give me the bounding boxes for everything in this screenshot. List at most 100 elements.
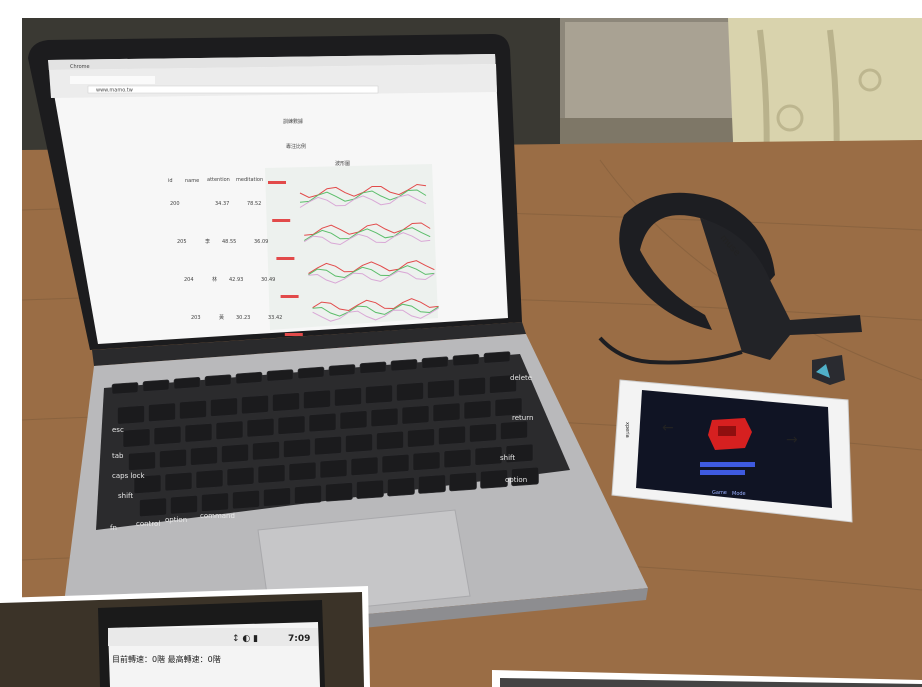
keyboard-key[interactable]	[201, 492, 229, 512]
cell-name: 林	[212, 276, 217, 283]
keyboard-key[interactable]	[257, 464, 286, 484]
keyboard-key[interactable]	[458, 376, 486, 397]
keyboard-key[interactable]	[370, 407, 399, 428]
keyboard-key[interactable]	[356, 479, 384, 499]
keyboard-key[interactable]	[303, 389, 331, 410]
mode-button[interactable]: Mode	[732, 491, 746, 497]
keyboard-key[interactable]	[210, 397, 238, 417]
keyboard-key[interactable]	[319, 459, 348, 479]
keyboard-key[interactable]	[117, 405, 145, 425]
keyboard-key[interactable]	[277, 415, 306, 435]
header-id: id	[168, 178, 173, 184]
keyboard-key[interactable]	[365, 384, 393, 404]
keyboard-key[interactable]	[235, 371, 263, 385]
legend-swatch	[268, 181, 286, 184]
cell-meditation: 30.49	[261, 277, 275, 283]
keyboard-key[interactable]	[407, 428, 435, 448]
key-label: esc	[112, 426, 124, 434]
keyboard-key[interactable]	[148, 402, 176, 422]
inset-clock: 7:09	[288, 634, 310, 644]
keyboard-key[interactable]	[184, 423, 213, 443]
keyboard-key[interactable]	[443, 448, 472, 469]
keyboard-key[interactable]	[204, 374, 232, 387]
keyboard-key[interactable]	[432, 402, 461, 422]
right-arrow-icon[interactable]: →	[786, 432, 798, 448]
keyboard-key[interactable]	[297, 366, 325, 379]
keyboard-key[interactable]	[283, 438, 311, 458]
keyboard-key[interactable]	[195, 469, 224, 489]
page-subtitle: 專注比例	[286, 143, 306, 150]
key-label: command	[200, 512, 235, 520]
keyboard-key[interactable]	[418, 474, 446, 494]
inset-photo-phone: 目前轉速：0階 最高轉速：0階 7:09 ↕ ◐ ▮	[0, 586, 370, 687]
game-button[interactable]: Game	[712, 490, 727, 496]
keyboard-key[interactable]	[164, 472, 193, 492]
phone-brand: xperia	[624, 422, 630, 438]
keyboard-key[interactable]	[170, 495, 198, 515]
keyboard-key[interactable]	[294, 484, 322, 505]
key-label: shift	[118, 492, 133, 500]
keyboard-key[interactable]	[421, 356, 449, 369]
keyboard-key[interactable]	[215, 420, 244, 440]
keyboard-key[interactable]	[483, 351, 511, 364]
keyboard-key[interactable]	[288, 461, 317, 481]
cell-meditation: 36.09	[254, 239, 268, 245]
keyboard-key[interactable]	[190, 446, 218, 466]
keyboard-key[interactable]	[241, 394, 269, 415]
keyboard-key[interactable]	[412, 451, 441, 471]
keyboard-key[interactable]	[142, 379, 170, 392]
keyboard-key[interactable]	[232, 489, 260, 510]
keyboard-key[interactable]	[221, 443, 249, 463]
red-car-icon	[708, 418, 752, 450]
keyboard-key[interactable]	[350, 456, 379, 476]
keyboard-key[interactable]	[173, 377, 201, 390]
keyboard-key[interactable]	[308, 412, 337, 433]
keyboard-key[interactable]	[474, 446, 503, 466]
phone-progress-bar-2	[700, 470, 745, 475]
keyboard-key[interactable]	[128, 451, 156, 471]
keyboard-key[interactable]	[469, 423, 497, 443]
keyboard-key[interactable]	[480, 469, 508, 489]
keyboard-key[interactable]	[153, 425, 182, 445]
keyboard-key[interactable]	[463, 400, 492, 420]
keyboard-key[interactable]	[246, 418, 275, 438]
keyboard-key[interactable]	[401, 405, 430, 425]
keyboard-key[interactable]	[427, 379, 455, 399]
page-title: 訓練數據	[283, 118, 303, 125]
left-arrow-icon[interactable]: ←	[662, 420, 674, 436]
keyboard-key[interactable]	[449, 472, 477, 492]
keyboard-key[interactable]	[345, 433, 373, 453]
cell-meditation: 33.42	[268, 315, 282, 321]
keyboard-key[interactable]	[139, 497, 167, 517]
keyboard-key[interactable]	[381, 454, 410, 474]
keyboard-key[interactable]	[263, 487, 291, 507]
legend-swatch	[276, 257, 295, 260]
keyboard-key[interactable]	[387, 477, 415, 497]
cell-meditation: 78.52	[247, 201, 261, 207]
keyboard-key[interactable]	[328, 364, 356, 377]
keyboard-key[interactable]	[339, 410, 368, 430]
keyboard-key[interactable]	[376, 430, 404, 451]
key-label: control	[136, 520, 160, 528]
cell-attention: 30.23	[236, 315, 250, 321]
key-label: delete	[510, 374, 532, 382]
keyboard-key[interactable]	[252, 441, 280, 461]
keyboard-key[interactable]	[452, 353, 480, 367]
keyboard-key[interactable]	[159, 448, 187, 469]
keyboard-key[interactable]	[396, 382, 424, 402]
cell-attention: 34.37	[215, 201, 229, 207]
keyboard-key[interactable]	[266, 369, 294, 382]
keyboard-key[interactable]	[179, 400, 207, 420]
keyboard-key[interactable]	[314, 436, 342, 456]
keyboard-key[interactable]	[359, 361, 387, 374]
keyboard-key[interactable]	[272, 392, 300, 412]
keyboard-key[interactable]	[390, 359, 418, 372]
keyboard-key[interactable]	[122, 428, 151, 448]
keyboard-key[interactable]	[500, 420, 528, 440]
keyboard-key[interactable]	[438, 425, 466, 446]
keyboard-key[interactable]	[325, 482, 353, 502]
keyboard-key[interactable]	[334, 387, 362, 407]
browser-tab[interactable]	[70, 76, 155, 84]
keyboard-key[interactable]	[226, 466, 255, 487]
keyboard-key[interactable]	[111, 382, 139, 395]
